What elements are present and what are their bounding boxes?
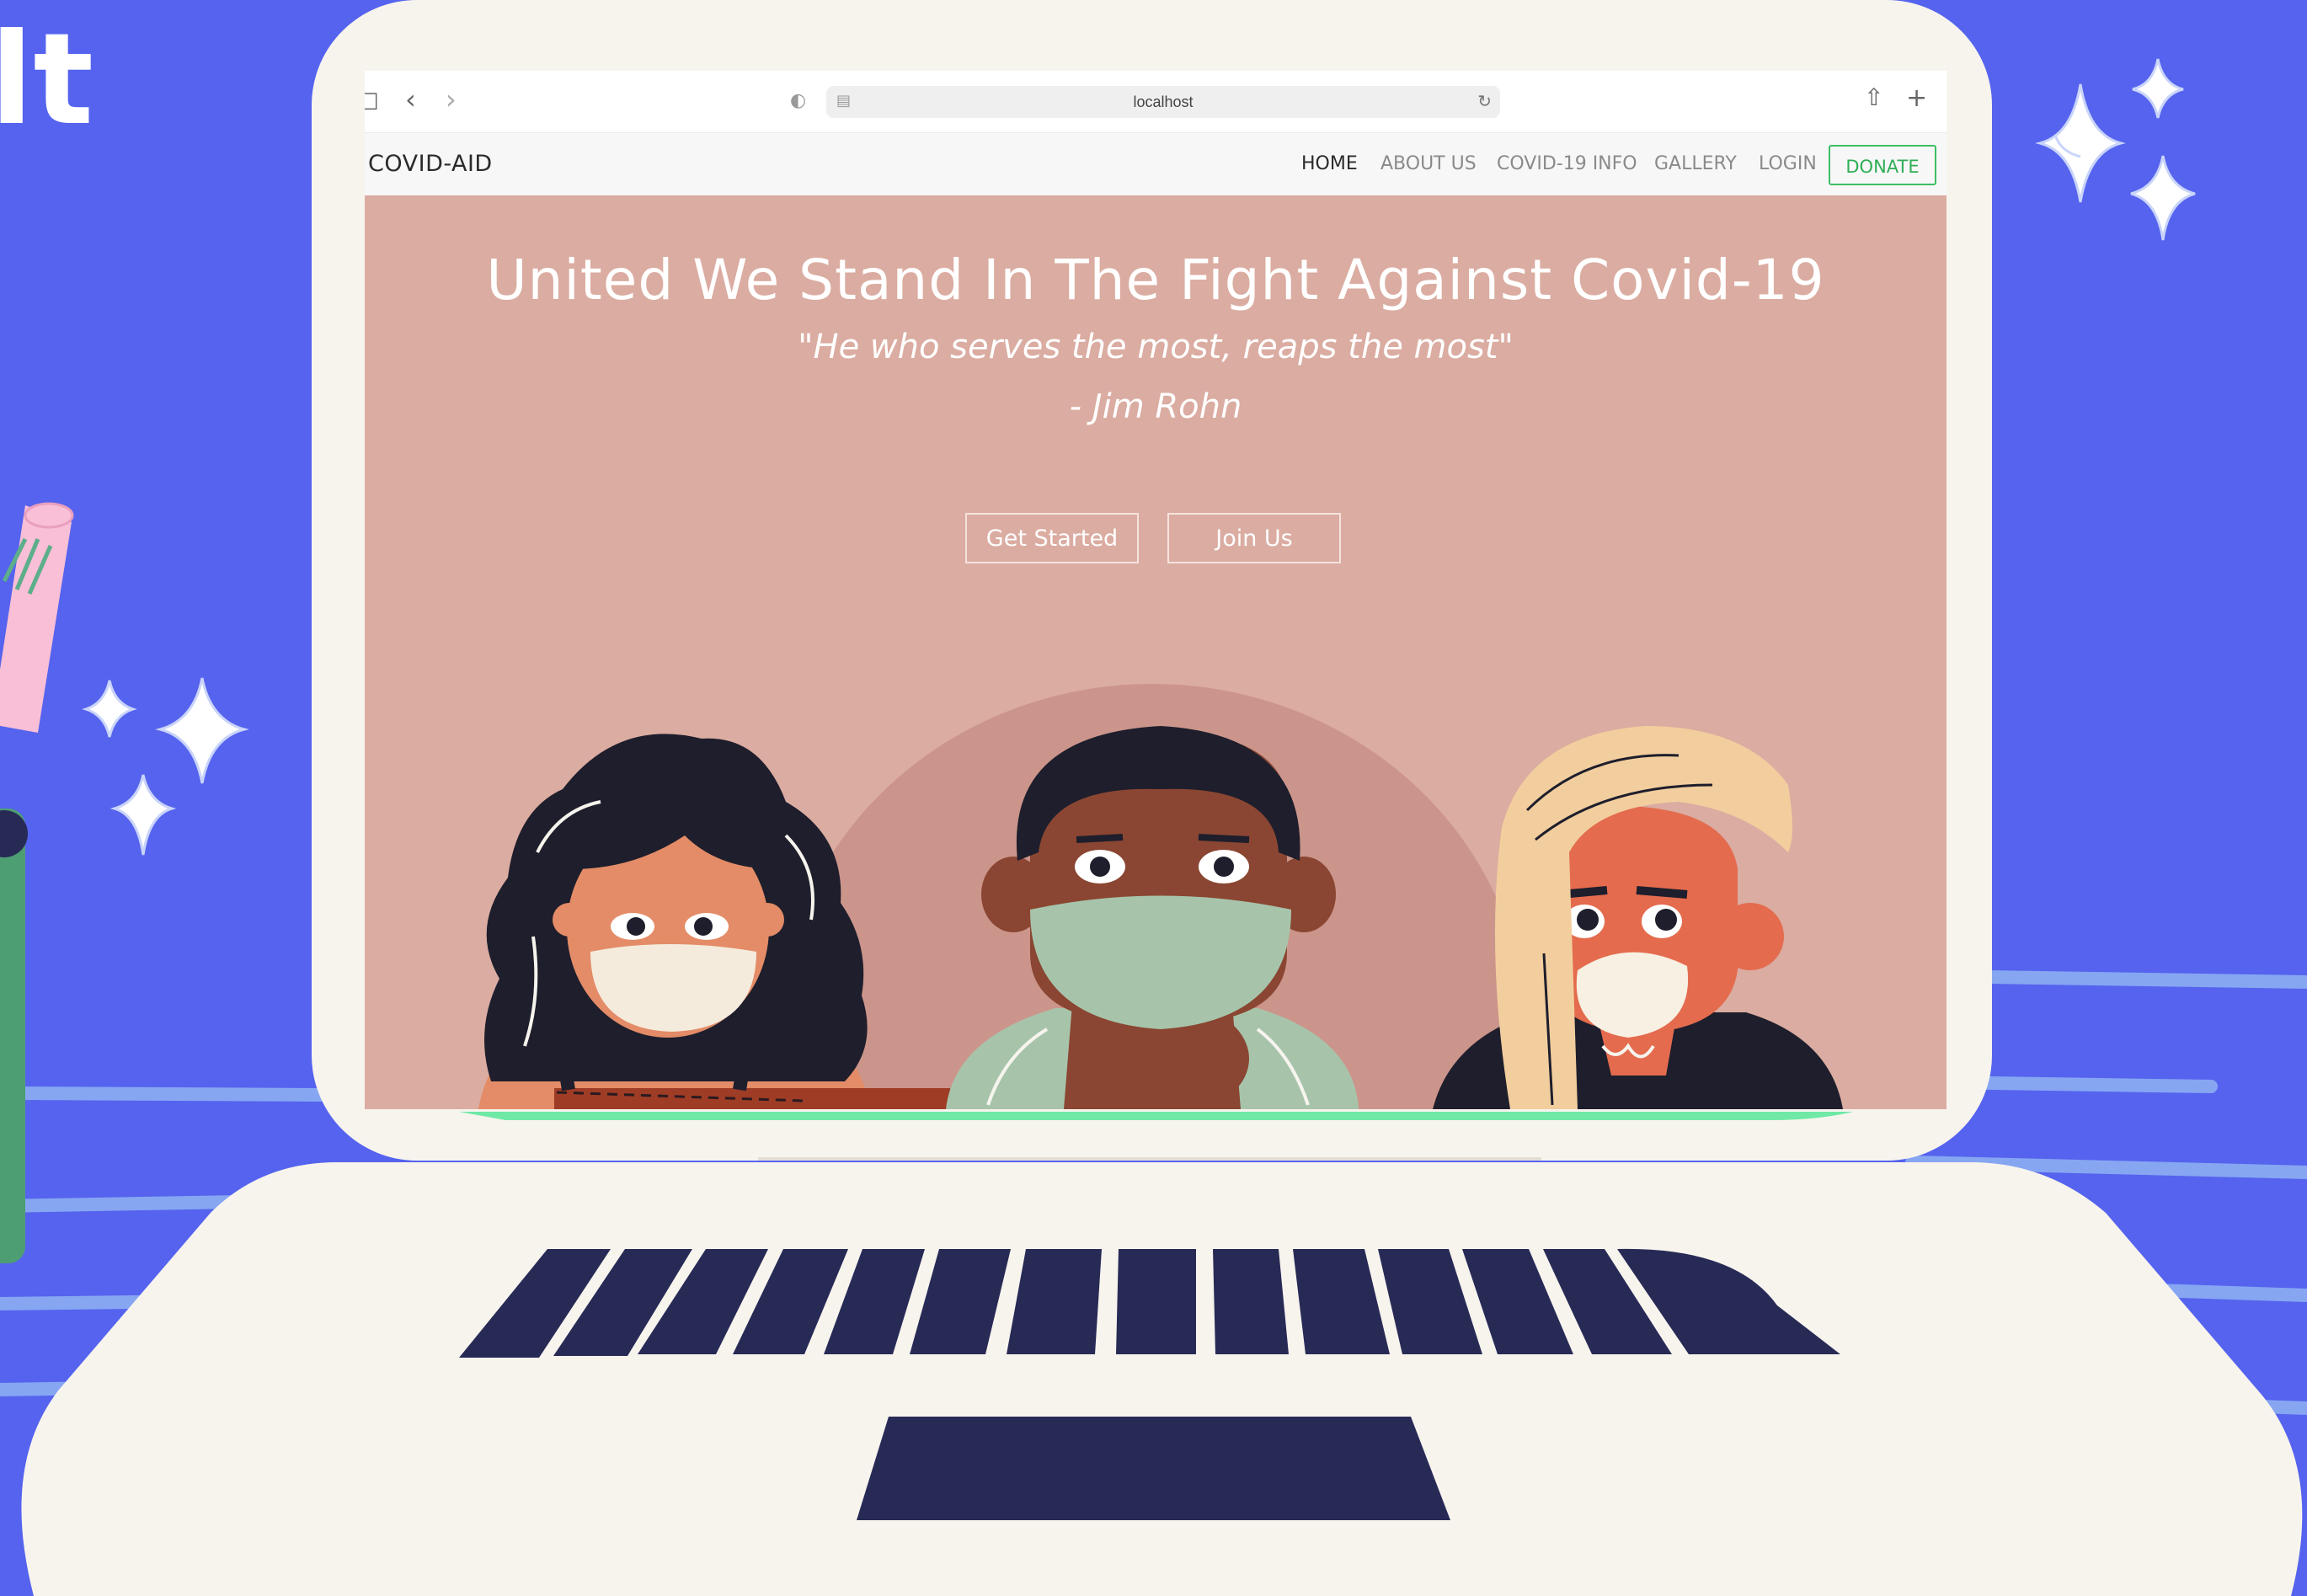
- nav-about-us[interactable]: ABOUT US: [1380, 133, 1477, 195]
- browser-window: □ ‹ › ◐ ▤ localhost ↻ ⇧ + COVID-AID HOME…: [365, 71, 1947, 1109]
- get-started-button[interactable]: Get Started: [965, 513, 1139, 563]
- new-tab-icon[interactable]: +: [1906, 86, 1927, 111]
- trackpad: [857, 1417, 1450, 1520]
- site-brand[interactable]: COVID-AID: [368, 133, 493, 195]
- nav-covid-info[interactable]: COVID-19 INFO: [1497, 133, 1637, 195]
- nav-home[interactable]: HOME: [1301, 133, 1358, 195]
- reload-icon[interactable]: ↻: [1477, 93, 1492, 109]
- sidebar-icon[interactable]: □: [365, 89, 379, 111]
- privacy-shield-icon[interactable]: ◐: [790, 92, 806, 110]
- back-arrow-icon[interactable]: ‹: [405, 86, 416, 113]
- forward-arrow-icon[interactable]: ›: [446, 86, 457, 113]
- url-text: localhost: [1133, 93, 1194, 110]
- laptop-base: [21, 1162, 2303, 1596]
- logo-fragment: lt: [0, 7, 94, 153]
- share-icon[interactable]: ⇧: [1864, 86, 1883, 109]
- hero-quote-author: - Jim Rohn: [1069, 387, 1242, 426]
- address-bar[interactable]: ▤ localhost ↻: [826, 86, 1500, 118]
- nav-login[interactable]: LOGIN: [1759, 133, 1817, 195]
- nav-gallery[interactable]: GALLERY: [1654, 133, 1737, 195]
- hero-quote: "He who serves the most, reaps the most": [798, 328, 1514, 366]
- donate-button[interactable]: DONATE: [1829, 145, 1936, 185]
- site-navbar: COVID-AID HOME ABOUT US COVID-19 INFO GA…: [365, 133, 1947, 195]
- browser-toolbar: □ ‹ › ◐ ▤ localhost ↻ ⇧ +: [365, 71, 1947, 133]
- hero-title: United We Stand In The Fight Against Cov…: [486, 248, 1825, 312]
- pen-decoration: [0, 502, 74, 1263]
- join-us-button[interactable]: Join Us: [1167, 513, 1341, 563]
